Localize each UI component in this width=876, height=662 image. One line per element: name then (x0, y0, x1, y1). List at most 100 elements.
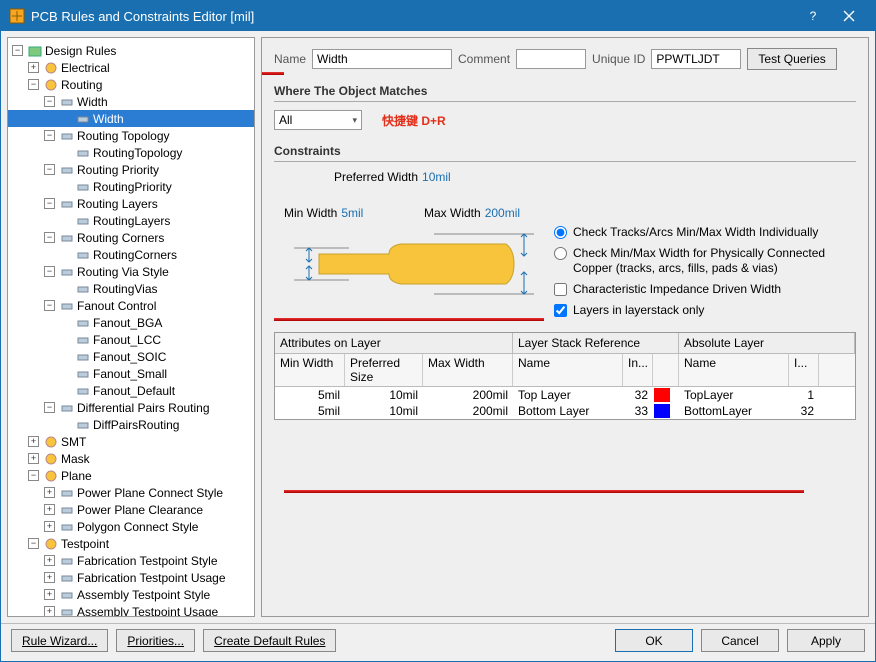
column-header[interactable]: Max Width (423, 354, 513, 386)
test-queries-button[interactable]: Test Queries (747, 48, 836, 70)
tree-item[interactable]: +Polygon Connect Style (8, 518, 254, 535)
rule-wizard-button[interactable]: Rule Wizard... (11, 629, 108, 652)
tree-item[interactable]: DiffPairsRouting (8, 416, 254, 433)
tree-toggle-icon[interactable]: + (44, 487, 55, 498)
tree-toggle-icon[interactable]: − (44, 300, 55, 311)
constraint-options: Check Tracks/Arcs Min/Max Width Individu… (554, 225, 856, 324)
tree-item[interactable]: Width (8, 110, 254, 127)
tree-toggle-icon[interactable]: + (44, 606, 55, 617)
tree-item[interactable]: +Power Plane Connect Style (8, 484, 254, 501)
tree-item[interactable]: − Differential Pairs Routing (8, 399, 254, 416)
column-header[interactable]: I... (789, 354, 819, 386)
tree-toggle-icon[interactable]: + (44, 521, 55, 532)
column-header[interactable]: Name (513, 354, 623, 386)
column-header[interactable]: Min Width (275, 354, 345, 386)
cancel-button[interactable]: Cancel (701, 629, 779, 652)
scope-select[interactable]: All ▾ (274, 110, 362, 130)
preferred-width-value[interactable]: 10mil (422, 170, 451, 184)
tree-toggle-icon[interactable]: − (12, 45, 23, 56)
max-width-label: Max Width200mil (424, 206, 520, 220)
tree-item[interactable]: −Plane (8, 467, 254, 484)
tree-toggle-icon[interactable]: + (44, 504, 55, 515)
column-header[interactable]: Name (679, 354, 789, 386)
annotation-bar (274, 318, 544, 321)
tree-item[interactable]: +SMT (8, 433, 254, 450)
tree-toggle-icon[interactable]: − (44, 130, 55, 141)
tree-item[interactable]: −Routing (8, 76, 254, 93)
tree-item[interactable]: +Mask (8, 450, 254, 467)
tree-toggle-icon[interactable]: − (44, 232, 55, 243)
priorities-button[interactable]: Priorities... (116, 629, 195, 652)
tree-item[interactable]: −Design Rules (8, 42, 254, 59)
create-defaults-button[interactable]: Create Default Rules (203, 629, 336, 652)
tree-toggle-icon[interactable]: + (28, 453, 39, 464)
tree-toggle-icon[interactable]: − (44, 198, 55, 209)
help-button[interactable]: ? (795, 1, 831, 31)
tree-item[interactable]: RoutingPriority (8, 178, 254, 195)
ok-button[interactable]: OK (615, 629, 693, 652)
tree-toggle-icon[interactable]: − (28, 79, 39, 90)
tree-item[interactable]: RoutingLayers (8, 212, 254, 229)
column-header[interactable]: Preferred Size (345, 354, 423, 386)
tree-node-icon (44, 61, 58, 75)
tree-item-label: Testpoint (61, 537, 109, 551)
layer-attributes-table[interactable]: Attributes on Layer Layer Stack Referenc… (274, 332, 856, 420)
tree-item[interactable]: −Routing Via Style (8, 263, 254, 280)
tree-item-label: Fanout_BGA (93, 316, 162, 330)
tree-node-icon (76, 418, 90, 432)
close-button[interactable] (831, 1, 867, 31)
app-icon (9, 8, 25, 24)
tree-item[interactable]: Fanout_Small (8, 365, 254, 382)
column-header[interactable] (653, 354, 679, 386)
tree-item[interactable]: −Routing Corners (8, 229, 254, 246)
tree-toggle-icon[interactable]: + (28, 62, 39, 73)
tree-item[interactable]: −Routing Layers (8, 195, 254, 212)
tree-item-label: Differential Pairs Routing (77, 401, 210, 415)
tree-toggle-icon[interactable]: − (28, 538, 39, 549)
uid-input[interactable] (651, 49, 741, 69)
tree-item[interactable]: −Width (8, 93, 254, 110)
layerstack-checkbox[interactable] (554, 304, 567, 317)
tree-item[interactable]: − Testpoint (8, 535, 254, 552)
tree-toggle-icon[interactable]: − (44, 402, 55, 413)
tree-item[interactable]: RoutingCorners (8, 246, 254, 263)
tree-item[interactable]: −Routing Topology (8, 127, 254, 144)
check-connected-radio[interactable] (554, 247, 567, 260)
column-header[interactable]: In... (623, 354, 653, 386)
impedance-label: Characteristic Impedance Driven Width (573, 282, 781, 297)
max-width-value[interactable]: 200mil (485, 206, 520, 220)
tree-item[interactable]: −Routing Priority (8, 161, 254, 178)
min-width-value[interactable]: 5mil (341, 206, 363, 220)
check-individually-radio[interactable] (554, 226, 567, 239)
tree-item[interactable]: Fanout_LCC (8, 331, 254, 348)
tree-item[interactable]: +Electrical (8, 59, 254, 76)
tree-item[interactable]: +Fabrication Testpoint Usage (8, 569, 254, 586)
tree-item[interactable]: RoutingTopology (8, 144, 254, 161)
tree-node-icon (28, 44, 42, 58)
tree-item[interactable]: +Assembly Testpoint Style (8, 586, 254, 603)
tree-item[interactable]: +Fabrication Testpoint Style (8, 552, 254, 569)
preferred-width-label: Preferred Width10mil (334, 170, 451, 184)
tree-item[interactable]: Fanout_Default (8, 382, 254, 399)
table-row[interactable]: 5mil10mil200milBottom Layer33BottomLayer… (275, 403, 855, 419)
tree-toggle-icon[interactable]: + (28, 436, 39, 447)
tree-toggle-icon[interactable]: + (44, 572, 55, 583)
tree-toggle-icon[interactable]: + (44, 555, 55, 566)
tree-toggle-icon[interactable]: − (44, 266, 55, 277)
tree-toggle-icon[interactable]: + (44, 589, 55, 600)
tree-item[interactable]: +Assembly Testpoint Usage (8, 603, 254, 617)
tree-item[interactable]: −Fanout Control (8, 297, 254, 314)
tree-toggle-icon[interactable]: − (44, 96, 55, 107)
tree-toggle-icon[interactable]: − (44, 164, 55, 175)
apply-button[interactable]: Apply (787, 629, 865, 652)
impedance-checkbox[interactable] (554, 283, 567, 296)
tree-item[interactable]: Fanout_SOIC (8, 348, 254, 365)
comment-input[interactable] (516, 49, 586, 69)
rules-tree[interactable]: −Design Rules+Electrical−Routing−WidthWi… (7, 37, 255, 617)
tree-item[interactable]: Fanout_BGA (8, 314, 254, 331)
tree-toggle-icon[interactable]: − (28, 470, 39, 481)
name-input[interactable] (312, 49, 452, 69)
tree-item[interactable]: +Power Plane Clearance (8, 501, 254, 518)
tree-item[interactable]: RoutingVias (8, 280, 254, 297)
table-row[interactable]: 5mil10mil200milTop Layer32TopLayer1 (275, 387, 855, 403)
